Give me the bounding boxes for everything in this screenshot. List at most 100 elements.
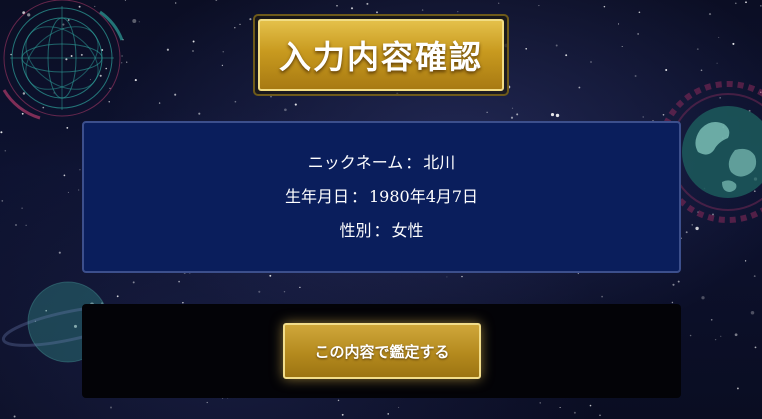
star [110, 406, 112, 409]
nickname-separator: ： [405, 153, 422, 172]
star [116, 295, 119, 298]
star [80, 53, 83, 56]
star [577, 272, 579, 275]
star [603, 5, 606, 8]
star [691, 224, 693, 226]
star [99, 74, 102, 77]
star [446, 276, 448, 278]
star [126, 61, 128, 63]
gender-separator: ： [373, 221, 390, 240]
gender-label: 性別 [339, 221, 372, 240]
star [175, 2, 177, 4]
star [283, 290, 286, 293]
star [703, 187, 706, 190]
star [719, 97, 721, 99]
star [696, 48, 699, 50]
star [421, 9, 424, 11]
star [461, 275, 463, 278]
submit-fortune-button[interactable]: この内容で鑑定する [283, 323, 481, 379]
page-title: 入力内容確認 [258, 19, 504, 91]
star [697, 211, 699, 213]
star [299, 286, 301, 289]
star [710, 318, 713, 321]
star [498, 2, 500, 4]
page-title-frame: 入力内容確認 [253, 14, 509, 96]
star [27, 13, 31, 17]
star [760, 5, 762, 7]
star [4, 150, 7, 152]
star [62, 23, 65, 26]
star [21, 207, 23, 210]
star [590, 61, 592, 63]
star [101, 49, 104, 51]
star [516, 113, 519, 116]
star [215, 0, 218, 1]
star [234, 100, 237, 103]
star [398, 406, 400, 408]
star [565, 54, 568, 57]
birthdate-value: 1980年4月7日 [368, 187, 479, 206]
star [134, 79, 137, 82]
star [665, 69, 668, 71]
star [736, 387, 739, 390]
star [637, 33, 639, 35]
star [10, 53, 12, 56]
nickname-row: ニックネーム：北川 [308, 146, 456, 180]
star [722, 126, 725, 129]
star [387, 413, 389, 415]
star [222, 51, 224, 53]
star [178, 280, 180, 283]
star [249, 18, 252, 21]
star [58, 251, 61, 254]
star [672, 283, 675, 286]
star [750, 310, 755, 315]
star [539, 402, 541, 404]
star [685, 231, 688, 234]
star [124, 0, 126, 1]
star [65, 58, 68, 61]
star [555, 44, 558, 47]
star [753, 190, 756, 193]
star [42, 106, 45, 109]
star [67, 191, 69, 193]
star [258, 290, 261, 293]
star [34, 320, 37, 322]
gender-row: 性別：女性 [339, 214, 423, 248]
star [73, 324, 78, 328]
star [337, 399, 340, 402]
star [78, 189, 80, 191]
star [63, 174, 66, 177]
star [720, 335, 722, 337]
star [511, 107, 514, 109]
star [589, 404, 592, 407]
star [109, 87, 111, 89]
star [712, 213, 714, 216]
star [62, 27, 64, 30]
star [132, 281, 135, 284]
star [192, 40, 195, 43]
star [66, 127, 69, 129]
confirmation-info-box: ニックネーム：北川 生年月日： 1980年4月7日 性別：女性 [82, 121, 681, 273]
star [22, 11, 26, 15]
star [578, 86, 581, 89]
star [734, 2, 737, 5]
nickname-label: ニックネーム [307, 153, 404, 172]
star [70, 55, 73, 57]
star [105, 67, 107, 70]
nickname-value: 北川 [423, 153, 456, 172]
birthdate-label: 生年月日 [284, 187, 349, 206]
star [550, 113, 555, 117]
star [78, 5, 81, 8]
star [122, 39, 124, 41]
star [701, 296, 705, 300]
star [714, 338, 717, 341]
star [13, 415, 16, 418]
star [559, 406, 561, 409]
star [239, 23, 241, 26]
star [79, 168, 81, 171]
star [734, 333, 738, 337]
star [700, 69, 703, 72]
star [617, 23, 620, 25]
star [716, 62, 718, 64]
star [294, 103, 297, 106]
